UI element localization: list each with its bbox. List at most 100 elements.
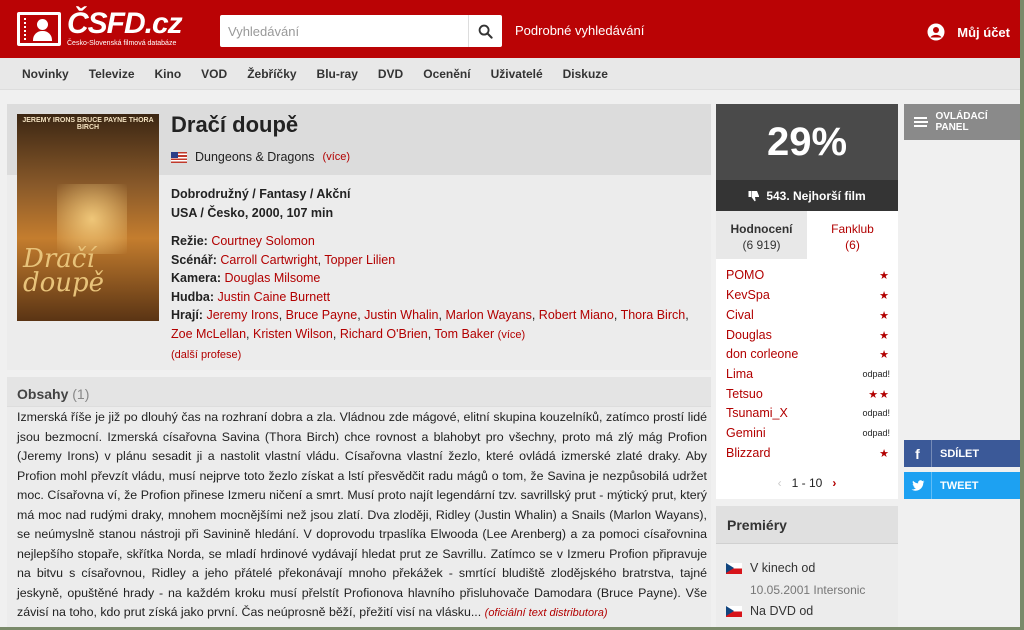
music-link[interactable]: Justin Caine Burnett bbox=[218, 290, 331, 304]
nav-novinky[interactable]: Novinky bbox=[12, 58, 79, 89]
twitter-icon bbox=[904, 472, 932, 499]
plot-section: Obsahy (1) Izmerská říše je již po dlouh… bbox=[7, 377, 711, 630]
nav-bluray[interactable]: Blu-ray bbox=[307, 58, 368, 89]
list-item[interactable]: POMO ★ bbox=[726, 265, 890, 285]
account-button[interactable]: Můj účet bbox=[927, 23, 1010, 41]
user-score: ★ bbox=[879, 329, 890, 342]
premiere-date: 10.05.2001 Intersonic bbox=[750, 583, 866, 597]
nav-vod[interactable]: VOD bbox=[191, 58, 237, 89]
search-box bbox=[220, 15, 502, 47]
film-poster[interactable]: JEREMY IRONS BRUCE PAYNE THORA BIRCH Dra… bbox=[17, 114, 159, 321]
nav-televize[interactable]: Televize bbox=[79, 58, 145, 89]
search-icon bbox=[478, 24, 493, 39]
list-item[interactable]: Douglas ★ bbox=[726, 325, 890, 345]
cast-link[interactable]: Justin Whalin bbox=[364, 308, 438, 322]
list-item[interactable]: Lima odpad! bbox=[726, 364, 890, 384]
list-item[interactable]: Blizzard ★ bbox=[726, 443, 890, 463]
nav-diskuze[interactable]: Diskuze bbox=[553, 58, 618, 89]
cast-row: Hrají: Jeremy Irons, Bruce Payne, Justin… bbox=[171, 308, 689, 341]
pager: ‹ 1 - 10 › bbox=[716, 468, 898, 498]
plot-header: Obsahy (1) bbox=[7, 377, 711, 407]
tab-fanclub-count: (6) bbox=[845, 238, 860, 252]
twitter-share-button[interactable]: TWEET bbox=[904, 472, 1020, 499]
poster-title: Dračí doupě bbox=[23, 244, 105, 298]
advanced-search-link[interactable]: Podrobné vyhledávání bbox=[515, 23, 644, 38]
cast-link[interactable]: Richard O'Brien bbox=[340, 327, 428, 341]
cast-label: Hrají: bbox=[171, 308, 203, 323]
music-label: Hudba: bbox=[171, 289, 215, 304]
user-name: Gemini bbox=[726, 426, 766, 440]
genres: Dobrodružný / Fantasy / Akční bbox=[171, 187, 351, 201]
search-button[interactable] bbox=[468, 15, 502, 47]
plot-body: Izmerská říše je již po dlouhý čas na ro… bbox=[17, 410, 707, 619]
control-panel-label: OVLÁDACÍ PANEL bbox=[935, 111, 988, 133]
plot-source[interactable]: (oficiální text distributora) bbox=[485, 607, 608, 619]
control-panel-button[interactable]: OVLÁDACÍ PANEL bbox=[904, 104, 1020, 140]
screenplay-link[interactable]: Topper Lilien bbox=[324, 253, 395, 267]
plot-count: (1) bbox=[72, 386, 90, 402]
camera-label: Kamera: bbox=[171, 271, 222, 286]
top-bar: ČSFD.cz Česko-Slovenská filmová databáze… bbox=[0, 0, 1024, 58]
list-item[interactable]: don corleone ★ bbox=[726, 344, 890, 364]
more-professions-link[interactable]: (další profese) bbox=[171, 349, 241, 361]
alt-title: Dungeons & Dragons (více) bbox=[171, 150, 350, 164]
cast-link[interactable]: Tom Baker bbox=[434, 327, 494, 341]
search-input[interactable] bbox=[220, 15, 466, 47]
list-item[interactable]: Gemini odpad! bbox=[726, 423, 890, 443]
user-score: odpad! bbox=[862, 428, 890, 438]
premieres-title: Premiéry bbox=[727, 517, 787, 533]
cast-link[interactable]: Bruce Payne bbox=[286, 308, 358, 322]
logo-subtitle: Česko-Slovenská filmová databáze bbox=[67, 40, 177, 47]
nav-kino[interactable]: Kino bbox=[145, 58, 192, 89]
user-score: ★ bbox=[879, 309, 890, 322]
list-item[interactable]: Tsunami_X odpad! bbox=[726, 403, 890, 423]
alt-title-text: Dungeons & Dragons bbox=[195, 150, 315, 164]
tab-ratings-label: Hodnocení bbox=[730, 222, 793, 236]
tab-ratings[interactable]: Hodnocení (6 919) bbox=[716, 211, 807, 259]
list-item[interactable]: Tetsuo ★★ bbox=[726, 384, 890, 404]
nav-oceneni[interactable]: Ocenění bbox=[413, 58, 480, 89]
logo-text: ČSFD.cz bbox=[67, 7, 183, 40]
cast-link[interactable]: Thora Birch bbox=[621, 308, 686, 322]
alt-title-more-link[interactable]: (více) bbox=[323, 151, 351, 163]
logo-icon bbox=[17, 12, 61, 46]
cast-more-link[interactable]: (více) bbox=[498, 329, 526, 341]
nav-zebricky[interactable]: Žebříčky bbox=[237, 58, 306, 89]
user-name: Douglas bbox=[726, 328, 772, 342]
nav-uzivatele[interactable]: Uživatelé bbox=[481, 58, 553, 89]
premiere-row: Na DVD od bbox=[726, 604, 813, 618]
user-name: Blizzard bbox=[726, 446, 771, 460]
director-link[interactable]: Courtney Solomon bbox=[211, 234, 315, 248]
cast-link[interactable]: Marlon Wayans bbox=[445, 308, 531, 322]
cast-link[interactable]: Kristen Wilson bbox=[253, 327, 333, 341]
user-name: KevSpa bbox=[726, 288, 770, 302]
camera-row: Kamera: Douglas Milsome bbox=[171, 269, 703, 288]
origin: USA / Česko, 2000, 107 min bbox=[171, 206, 334, 220]
list-item[interactable]: KevSpa ★ bbox=[726, 285, 890, 305]
user-score: odpad! bbox=[862, 408, 890, 418]
user-name: Lima bbox=[726, 367, 754, 381]
creators: Režie: Courtney Solomon Scénář: Carroll … bbox=[171, 232, 703, 364]
screenplay-row: Scénář: Carroll Cartwright, Topper Lilie… bbox=[171, 252, 396, 267]
nav-dvd[interactable]: DVD bbox=[368, 58, 413, 89]
user-ratings-list: POMO ★ KevSpa ★ Cival ★ Douglas ★ don corleo… bbox=[716, 259, 898, 499]
user-score: ★★ bbox=[868, 388, 890, 401]
us-flag-icon bbox=[171, 151, 187, 163]
next-page-icon[interactable]: › bbox=[832, 476, 836, 490]
main-nav: Novinky Televize Kino VOD Žebříčky Blu-r… bbox=[0, 58, 1024, 90]
cast-link[interactable]: Zoe McLellan bbox=[171, 327, 246, 341]
screenplay-label: Scénář: bbox=[171, 252, 217, 267]
film-title: Dračí doupě bbox=[171, 112, 299, 137]
cast-link[interactable]: Jeremy Irons bbox=[206, 308, 278, 322]
camera-link[interactable]: Douglas Milsome bbox=[225, 271, 321, 285]
facebook-share-label: SDÍLET bbox=[940, 447, 980, 460]
rank-link[interactable]: 543. Nejhorší film bbox=[716, 180, 898, 211]
screenplay-link[interactable]: Carroll Cartwright bbox=[220, 253, 317, 267]
premiere-row: V kinech od bbox=[726, 561, 815, 575]
cast-link[interactable]: Robert Miano bbox=[539, 308, 614, 322]
user-score: ★ bbox=[879, 447, 890, 460]
csfd-logo[interactable]: ČSFD.cz Česko-Slovenská filmová databáze bbox=[17, 7, 183, 50]
tab-fanclub[interactable]: Fanklub (6) bbox=[807, 211, 898, 259]
list-item[interactable]: Cival ★ bbox=[726, 305, 890, 325]
facebook-share-button[interactable]: f SDÍLET bbox=[904, 440, 1020, 467]
